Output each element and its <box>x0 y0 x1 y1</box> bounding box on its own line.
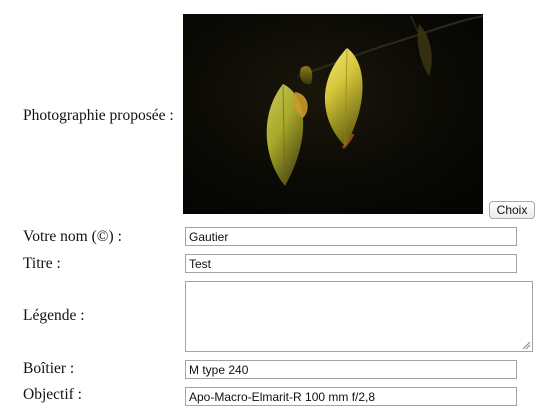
resize-grip-icon[interactable] <box>521 340 531 350</box>
caption-field[interactable] <box>185 281 533 352</box>
name-label: Votre nom (©) : <box>23 228 122 245</box>
title-label: Titre : <box>23 255 61 272</box>
photo-label: Photographie proposée : <box>23 107 174 124</box>
lens-field[interactable] <box>185 387 517 406</box>
lens-label: Objectif : <box>23 386 82 403</box>
camera-body-field[interactable] <box>185 360 517 379</box>
leaves-photo <box>183 14 483 214</box>
caption-label: Légende : <box>23 307 85 324</box>
choose-photo-button[interactable]: Choix <box>489 201 535 219</box>
photo-preview <box>183 14 483 214</box>
body-label: Boîtier : <box>23 360 75 377</box>
name-field[interactable] <box>185 227 517 246</box>
title-field[interactable] <box>185 254 517 273</box>
